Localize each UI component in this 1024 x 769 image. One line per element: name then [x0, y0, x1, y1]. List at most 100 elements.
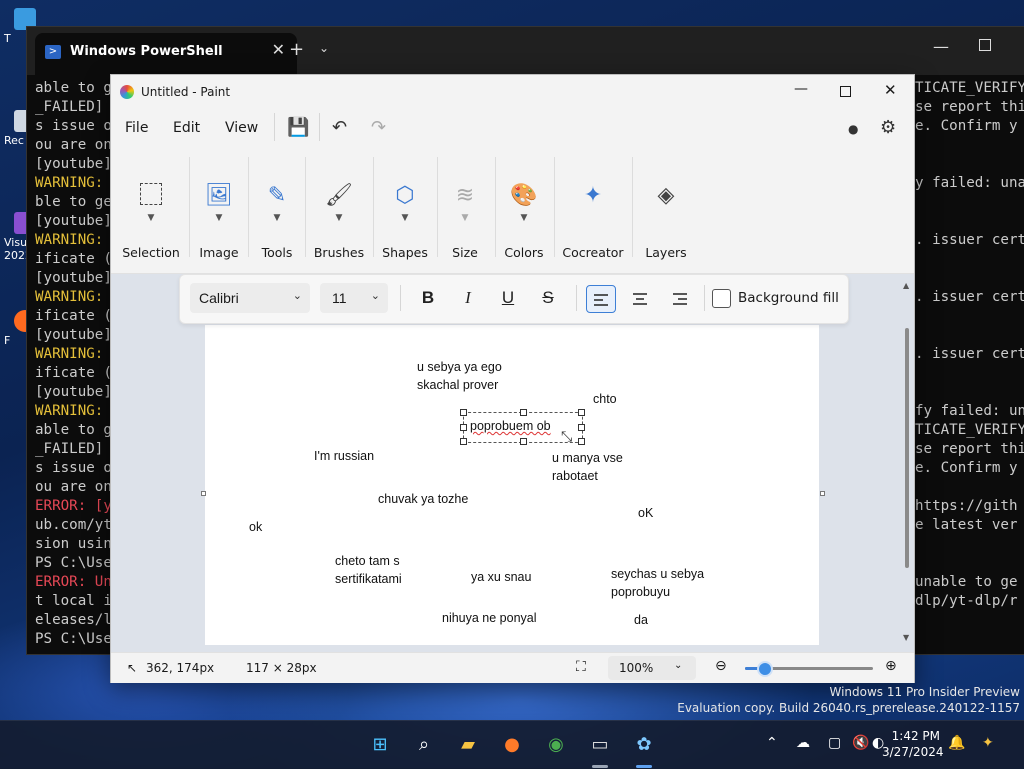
menu-edit[interactable]: Edit	[173, 120, 200, 136]
watermark-line-2: Evaluation copy. Build 26040.rs_prerelea…	[677, 701, 1020, 715]
ribbon-tools[interactable]: ✎ ▼ Tools	[251, 153, 303, 265]
zoom-dropdown[interactable]: 100% ⌄	[608, 656, 696, 680]
canvas-text: ya xu snau	[471, 570, 532, 584]
save-icon[interactable]: 💾	[287, 117, 309, 138]
resize-handle[interactable]	[578, 438, 585, 445]
volume-muted-icon[interactable]: 🔇	[852, 735, 869, 751]
system-clock[interactable]: 1:42 PM 3/27/2024	[882, 728, 944, 760]
zoom-in-icon[interactable]: ⊕	[885, 658, 897, 674]
minimize-icon[interactable]: —	[933, 37, 949, 56]
canvas-resize-handle[interactable]	[820, 491, 825, 496]
menu-view[interactable]: View	[225, 120, 258, 136]
desktop-icon-recycle-bin[interactable]: Rec	[4, 110, 36, 147]
ribbon-layers[interactable]: ◈ Layers	[637, 153, 695, 265]
firefox-icon[interactable]: ●	[498, 731, 526, 759]
terminal-line: WARNING:	[35, 289, 112, 305]
resize-handle[interactable]	[460, 409, 467, 416]
resize-handle[interactable]	[520, 409, 527, 416]
canvas-workspace[interactable]: poprobuem ob ⤡ u sebya ya ego skachal pr…	[111, 274, 914, 652]
align-center-button[interactable]	[626, 285, 654, 311]
evaluation-watermark: Windows 11 Pro Insider Preview Evaluatio…	[677, 684, 1020, 716]
ribbon-shapes[interactable]: ⬡ ▼ Shapes	[377, 153, 433, 265]
powershell-tab[interactable]: > Windows PowerShell ✕	[35, 33, 297, 75]
chevron-down-icon: ⌄	[370, 289, 380, 302]
canvas-text: nihuya ne ponyal	[442, 611, 537, 625]
canvas-resize-handle[interactable]	[201, 491, 206, 496]
ribbon-cocreator[interactable]: ✦ Cocreator	[559, 153, 627, 265]
scroll-up-icon[interactable]: ▲	[903, 281, 909, 290]
terminal-line-right: dlp/yt-dlp/r	[915, 593, 1018, 609]
maximize-icon[interactable]	[979, 39, 991, 51]
align-left-icon	[594, 294, 608, 306]
zoom-slider-thumb[interactable]	[757, 661, 774, 677]
terminal-line: [youtube]	[35, 270, 112, 286]
menu-file[interactable]: File	[125, 120, 148, 136]
terminal-icon[interactable]: ▭	[586, 731, 614, 759]
chevron-down-icon: ▼	[335, 213, 343, 223]
zoom-out-icon[interactable]: ⊖	[715, 658, 727, 674]
ribbon-image[interactable]: 🖼 ▼ Image	[191, 153, 247, 265]
close-tab-icon[interactable]: ✕	[272, 40, 285, 59]
file-explorer-icon[interactable]: ▰	[454, 731, 482, 759]
chrome-icon[interactable]: ◉	[542, 731, 570, 759]
terminal-line: able to g	[35, 80, 112, 96]
new-tab-icon[interactable]: +	[289, 39, 304, 60]
chevron-up-icon[interactable]: ⌃	[766, 735, 778, 751]
paint-titlebar[interactable]: Untitled - Paint — ✕	[111, 75, 914, 109]
bold-button[interactable]: B	[414, 285, 442, 311]
network-icon[interactable]: ▢	[828, 735, 841, 751]
scrollbar-thumb[interactable]	[905, 328, 909, 568]
align-right-button[interactable]	[666, 285, 694, 311]
align-left-button[interactable]	[586, 285, 616, 313]
scroll-down-icon[interactable]: ▼	[903, 633, 909, 642]
chevron-down-icon: ▼	[273, 213, 281, 223]
desktop-icon-visual-studio[interactable]: Visu 2022	[4, 212, 36, 262]
underline-button[interactable]: U	[494, 285, 522, 311]
ribbon-size[interactable]: ≋ ▼ Size	[441, 153, 489, 265]
search-icon[interactable]: ⌕	[410, 731, 438, 759]
close-icon[interactable]: ✕	[884, 81, 897, 99]
paint-icon[interactable]: ✿	[630, 731, 658, 759]
canvas-text: oK	[638, 506, 654, 520]
vertical-scrollbar[interactable]: ▲ ▼	[903, 281, 910, 645]
minimize-icon[interactable]: —	[794, 81, 808, 97]
font-family-dropdown[interactable]: Calibri ⌄	[190, 283, 310, 313]
cloud-offline-icon[interactable]: ☁	[796, 735, 810, 751]
chevron-down-icon[interactable]: ⌄	[319, 41, 329, 55]
background-fill-checkbox[interactable]	[712, 289, 731, 308]
ribbon-colors[interactable]: 🎨 ▼ Colors	[499, 153, 549, 265]
pointer-icon: ↖	[127, 661, 138, 675]
font-size-dropdown[interactable]: 11 ⌄	[320, 283, 388, 313]
resize-handle[interactable]	[460, 438, 467, 445]
undo-icon[interactable]: ↶	[332, 117, 347, 138]
windows-start-icon[interactable]: ⊞	[366, 731, 394, 759]
settings-gear-icon[interactable]: ⚙	[880, 117, 896, 138]
terminal-line-right: e. Confirm y	[915, 460, 1018, 476]
terminal-line: WARNING:	[35, 175, 112, 191]
desktop-icon-this-pc[interactable]: T	[4, 8, 36, 45]
fit-to-window-icon[interactable]: ⛶	[576, 659, 586, 675]
selection-icon	[140, 183, 162, 205]
cursor-position: 362, 174px	[146, 661, 215, 675]
redo-icon[interactable]: ↷	[371, 117, 386, 138]
text-being-edited[interactable]: poprobuem ob	[470, 419, 551, 433]
resize-handle[interactable]	[578, 424, 585, 431]
maximize-icon[interactable]	[840, 86, 851, 97]
ribbon-brushes[interactable]: 🖌 ▼ Brushes	[309, 153, 369, 265]
align-right-icon	[673, 293, 687, 305]
powershell-titlebar[interactable]: > Windows PowerShell ✕ + ⌄ —	[27, 27, 1024, 75]
italic-button[interactable]: I	[454, 285, 482, 311]
resize-handle[interactable]	[460, 424, 467, 431]
background-fill-label: Background fill	[738, 290, 839, 306]
resize-handle[interactable]	[520, 438, 527, 445]
notification-bell-icon[interactable]: 🔔	[948, 735, 965, 751]
copilot-preview-icon[interactable]: ✦	[982, 735, 994, 751]
ribbon-selection[interactable]: ▼ Selection	[119, 153, 183, 265]
account-icon[interactable]: ●	[848, 122, 858, 136]
terminal-line-right: . issuer cert	[915, 232, 1024, 248]
drawing-canvas[interactable]: poprobuem ob ⤡ u sebya ya ego skachal pr…	[205, 325, 819, 645]
strikethrough-button[interactable]: S	[534, 285, 562, 311]
resize-handle[interactable]	[578, 409, 585, 416]
paint-window[interactable]: Untitled - Paint — ✕ File Edit View 💾 ↶ …	[110, 74, 915, 683]
desktop-icon-firefox[interactable]: F	[4, 310, 36, 347]
